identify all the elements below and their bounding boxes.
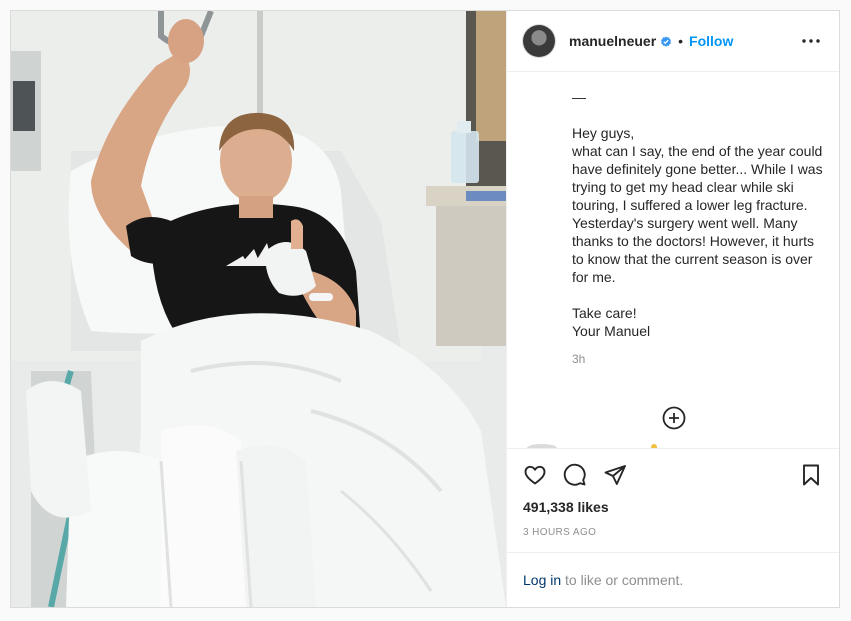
likes-count[interactable]: 491,338 likes xyxy=(523,499,823,515)
login-link[interactable]: Log in xyxy=(523,572,561,588)
follow-button[interactable]: Follow xyxy=(689,33,733,49)
post-side-panel: manuelneuer • Follow — Hey guys, what ca… xyxy=(506,11,839,607)
avatar[interactable] xyxy=(523,25,555,57)
action-icons-row xyxy=(523,449,823,501)
comment-bubble-icon[interactable] xyxy=(563,463,587,487)
username-link[interactable]: manuelneuer xyxy=(569,33,656,49)
heart-icon[interactable] xyxy=(523,463,547,487)
bookmark-icon[interactable] xyxy=(799,463,823,487)
caption-text: Hey guys, what can I say, the end of the… xyxy=(572,125,823,339)
caption-time[interactable]: 3h xyxy=(572,350,823,368)
action-bar: 491,338 likes 3 HOURS AGO xyxy=(507,448,839,552)
hospital-photo-illustration xyxy=(11,11,506,607)
verified-badge-icon xyxy=(660,35,672,47)
paper-plane-icon[interactable] xyxy=(603,463,627,487)
login-prompt-text: to like or comment. xyxy=(561,572,684,588)
separator-dot: • xyxy=(678,33,684,49)
load-more-comments-icon[interactable] xyxy=(662,406,686,430)
more-options-icon[interactable] xyxy=(799,29,823,53)
post-photo[interactable] xyxy=(11,11,506,607)
login-prompt: Log in to like or comment. xyxy=(507,552,839,607)
post-header: manuelneuer • Follow xyxy=(507,11,839,72)
caption-dash: — xyxy=(572,89,586,105)
comment-peek xyxy=(523,444,823,448)
post-date[interactable]: 3 HOURS AGO xyxy=(523,527,823,552)
caption-area: — Hey guys, what can I say, the end of t… xyxy=(507,72,839,448)
post-card: manuelneuer • Follow — Hey guys, what ca… xyxy=(10,10,840,608)
